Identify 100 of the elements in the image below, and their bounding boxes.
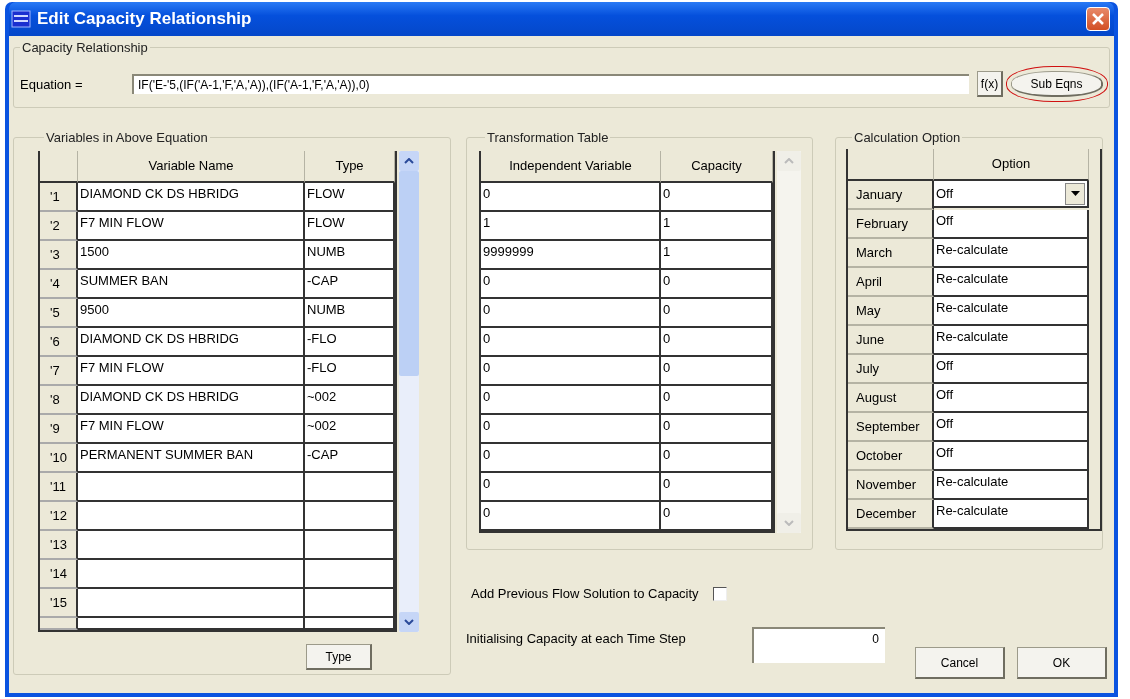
option-dropdown[interactable]: Off: [934, 181, 1089, 208]
table-cell[interactable]: [78, 589, 305, 618]
table-cell[interactable]: NUMB: [305, 241, 395, 270]
table-cell[interactable]: SUMMER BAN: [78, 270, 305, 299]
close-button[interactable]: [1086, 7, 1110, 31]
table-cell[interactable]: DIAMOND CK DS HBRIDG: [78, 386, 305, 415]
table-cell[interactable]: [305, 473, 395, 502]
row-header: '10: [40, 444, 78, 473]
table-cell[interactable]: 0: [661, 328, 773, 357]
scrollbar[interactable]: [399, 151, 419, 632]
table-cell[interactable]: 1500: [78, 241, 305, 270]
row-header: March: [848, 239, 934, 268]
table-cell[interactable]: Re-calculate: [934, 326, 1089, 355]
table-cell[interactable]: Off: [934, 384, 1089, 413]
table-cell[interactable]: F7 MIN FLOW: [78, 357, 305, 386]
table-cell[interactable]: 1: [661, 241, 773, 270]
table-cell[interactable]: Off: [934, 413, 1089, 442]
cancel-button[interactable]: Cancel: [915, 647, 1005, 679]
table-cell[interactable]: ~002: [305, 415, 395, 444]
table-cell[interactable]: [305, 560, 395, 589]
table-cell[interactable]: 0: [661, 299, 773, 328]
table-cell[interactable]: 0: [661, 270, 773, 299]
table-cell[interactable]: DIAMOND CK DS HBRIDG: [78, 183, 305, 212]
row-header: '12: [40, 502, 78, 531]
table-cell[interactable]: 9500: [78, 299, 305, 328]
row-header: January: [848, 181, 934, 210]
table-cell[interactable]: 0: [481, 444, 661, 473]
table-cell[interactable]: [78, 531, 305, 560]
table-cell[interactable]: -FLO: [305, 357, 395, 386]
table-cell[interactable]: 0: [481, 357, 661, 386]
table-cell[interactable]: [305, 502, 395, 531]
table-cell[interactable]: 0: [481, 328, 661, 357]
table-cell[interactable]: 0: [481, 183, 661, 212]
table-cell[interactable]: [305, 589, 395, 618]
table-cell[interactable]: Off: [934, 210, 1089, 239]
capacity-field[interactable]: 0: [752, 627, 885, 663]
column-header: Capacity: [661, 151, 773, 183]
row-header: August: [848, 384, 934, 413]
table-cell[interactable]: [78, 560, 305, 589]
table-cell[interactable]: ~002: [305, 386, 395, 415]
equation-field[interactable]: IF('E-'5,(IF('A-1,'F,'A,'A)),(IF('A-1,'F,'A,'A)),0): [132, 74, 969, 94]
row-header: '6: [40, 328, 78, 357]
scroll-up-icon: [784, 158, 794, 164]
table-cell[interactable]: NUMB: [305, 299, 395, 328]
table-cell[interactable]: [305, 618, 395, 630]
table-cell[interactable]: DIAMOND CK DS HBRIDG: [78, 328, 305, 357]
table-cell[interactable]: -CAP: [305, 270, 395, 299]
corner-header: [40, 151, 78, 183]
scroll-down-icon: [404, 619, 414, 625]
table-cell[interactable]: 9999999: [481, 241, 661, 270]
table-cell[interactable]: Re-calculate: [934, 268, 1089, 297]
table-cell[interactable]: 0: [661, 386, 773, 415]
table-cell[interactable]: FLOW: [305, 183, 395, 212]
table-cell[interactable]: 0: [661, 357, 773, 386]
table-cell[interactable]: -CAP: [305, 444, 395, 473]
table-cell[interactable]: [78, 502, 305, 531]
table-cell[interactable]: Re-calculate: [934, 500, 1089, 529]
table-cell[interactable]: F7 MIN FLOW: [78, 415, 305, 444]
column-header: Option: [934, 149, 1089, 181]
row-header: February: [848, 210, 934, 239]
table-cell[interactable]: Re-calculate: [934, 239, 1089, 268]
row-header: '13: [40, 531, 78, 560]
table-cell[interactable]: 1: [661, 212, 773, 241]
table-cell[interactable]: 1: [481, 212, 661, 241]
close-icon: [1091, 12, 1105, 26]
table-cell[interactable]: 0: [661, 473, 773, 502]
group-title: Variables in Above Equation: [45, 130, 209, 145]
checkbox[interactable]: [712, 586, 727, 601]
table-cell[interactable]: [78, 473, 305, 502]
table-cell[interactable]: [305, 531, 395, 560]
table-cell[interactable]: Off: [934, 355, 1089, 384]
table-cell[interactable]: 0: [481, 502, 661, 531]
table-cell[interactable]: FLOW: [305, 212, 395, 241]
type-button[interactable]: Type: [306, 644, 372, 670]
table-cell[interactable]: 0: [661, 502, 773, 531]
row-header: November: [848, 471, 934, 500]
table-cell[interactable]: Off: [934, 442, 1089, 471]
row-header: '3: [40, 241, 78, 270]
row-header: '14: [40, 560, 78, 589]
table-cell[interactable]: 0: [481, 386, 661, 415]
ok-button[interactable]: OK: [1017, 647, 1107, 679]
table-cell[interactable]: 0: [481, 473, 661, 502]
scroll-up-icon: [404, 158, 414, 164]
table-cell[interactable]: [78, 618, 305, 630]
table-cell[interactable]: -FLO: [305, 328, 395, 357]
table-cell[interactable]: Re-calculate: [934, 471, 1089, 500]
table-cell[interactable]: Re-calculate: [934, 297, 1089, 326]
table-cell[interactable]: 0: [661, 415, 773, 444]
table-cell[interactable]: F7 MIN FLOW: [78, 212, 305, 241]
table-cell[interactable]: 0: [661, 444, 773, 473]
table-cell[interactable]: PERMANENT SUMMER BAN: [78, 444, 305, 473]
table-cell[interactable]: 0: [661, 183, 773, 212]
scrollbar[interactable]: [777, 151, 801, 533]
table-cell[interactable]: 0: [481, 415, 661, 444]
app-icon: [11, 10, 31, 28]
table-cell[interactable]: 0: [481, 270, 661, 299]
checkbox-label: Add Previous Flow Solution to Capacity: [471, 586, 699, 601]
row-header: '1: [40, 183, 78, 212]
table-cell[interactable]: 0: [481, 299, 661, 328]
function-button[interactable]: f(x): [977, 71, 1003, 97]
